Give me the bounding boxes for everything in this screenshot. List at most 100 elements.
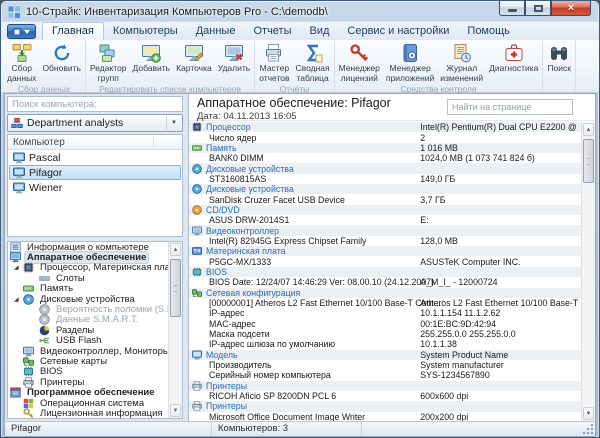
tree-item[interactable]: Информация о компьютере <box>8 242 168 252</box>
title-bar[interactable]: 10-Страйк: Инвентаризация Компьютеров Pr… <box>1 1 599 21</box>
property-row[interactable]: RICOH Aficio SP 8200DN PCL 6600x600 dpi <box>189 391 581 401</box>
property-row[interactable]: Microsoft Office Document Image Writer20… <box>189 412 581 421</box>
collect-data-button[interactable]: Сбор данных <box>4 41 39 84</box>
refresh-button[interactable]: Обновить <box>39 41 84 74</box>
section-row[interactable]: Материнская плата <box>189 246 581 256</box>
property-row[interactable]: BIOS Date: 12/24/07 14:46:29 Ver: 08.00.… <box>189 277 581 287</box>
property-row[interactable]: Intel(R) 82945G Express Chipset Family12… <box>189 236 581 246</box>
resize-grip[interactable] <box>583 424 594 435</box>
change-log-button[interactable]: Журнал изменений <box>437 41 486 84</box>
tree-item[interactable]: Сетевые карты <box>8 356 168 366</box>
search-button[interactable]: Поиск <box>544 41 574 74</box>
tab-service-settings[interactable]: Сервис и настройки <box>338 23 458 40</box>
card-button[interactable]: Карточка <box>173 41 215 74</box>
scroll-thumb[interactable] <box>583 139 594 183</box>
section-row[interactable]: Дисковые устройства <box>189 163 581 173</box>
app-window: 10-Страйк: Инвентаризация Компьютеров Pr… <box>0 0 600 438</box>
property-row[interactable]: Маска подсети255.255.0.0 255.255.0.0 <box>189 329 581 339</box>
scroll-up-icon[interactable]: ▲ <box>583 123 594 136</box>
close-button[interactable]: × <box>551 1 591 16</box>
scroll-down-icon[interactable]: ▼ <box>583 407 594 420</box>
expand-icon[interactable]: ◢ <box>14 296 23 303</box>
property-row[interactable]: P5GC-MX/1333ASUSTeK Computer INC. <box>189 256 581 266</box>
report-wizard-button[interactable]: Мастер отчетов <box>256 41 292 84</box>
delete-button[interactable]: Удалить <box>215 41 253 74</box>
group-selector[interactable]: Department analysts ▼ <box>7 114 183 132</box>
section-row[interactable]: ПроцессорIntel(R) Pentium(R) Dual CPU E2… <box>189 122 581 132</box>
section-row[interactable]: Сетевая конфигурация <box>189 288 581 298</box>
minimize-button[interactable] <box>499 1 525 16</box>
tree-item[interactable]: Видеоконтроллер, Мониторы <box>8 346 168 356</box>
property-row[interactable]: BANK0 DIMM1024,0 MB (1 073 741 824 б) <box>189 153 581 163</box>
property-row[interactable]: Число ядер2 <box>189 132 581 142</box>
section-row[interactable]: CD/DVD <box>189 205 581 215</box>
diagnostics-button[interactable]: Диагностика <box>486 41 541 74</box>
content-scrollbar[interactable]: ▲ ▼ <box>581 122 595 421</box>
tree-item[interactable]: BIOS <box>8 367 168 377</box>
computer-search-input[interactable] <box>7 96 183 112</box>
tree-item[interactable]: ◢Процессор, Материнская плата <box>8 263 168 273</box>
section-row[interactable]: МодельSystem Product Name <box>189 350 581 360</box>
tree-scrollbar[interactable]: ▲ ▼ <box>168 242 182 418</box>
section-row[interactable]: Принтеры <box>189 381 581 391</box>
section-label: Сетевая конфигурация <box>206 288 300 298</box>
app-manager-button[interactable]: Менеджер приложений <box>383 41 437 84</box>
tab-view[interactable]: Вид <box>301 23 339 40</box>
computer-list-item[interactable]: Wiener <box>9 180 181 195</box>
property-row[interactable]: IP-адрес10.1.1.154 11.1.2.62 <box>189 308 581 318</box>
tree-item[interactable]: Слоты <box>8 273 168 283</box>
tree-item-label: USB Flash <box>54 335 103 346</box>
scroll-thumb[interactable] <box>170 259 181 317</box>
tree-item[interactable]: ◢Дисковые устройства <box>8 294 168 304</box>
property-label: Microsoft Office Document Image Writer <box>189 412 365 421</box>
tab-computers[interactable]: Компьютеры <box>104 23 187 40</box>
tab-help[interactable]: Помощь <box>458 23 519 40</box>
computer-list-header[interactable]: Компьютер <box>8 135 182 150</box>
property-row[interactable]: Серийный номер компьютераSYS-1234567890 <box>189 370 581 380</box>
group-editor-button[interactable]: Редактор групп <box>87 41 130 84</box>
scroll-up-icon[interactable]: ▲ <box>170 243 181 256</box>
property-row[interactable]: MAC-адрес00:1E:BC:9D:42:94 <box>189 319 581 329</box>
property-row[interactable]: [00000001] Atheros L2 Fast Ethernet 10/1… <box>189 298 581 308</box>
section-row[interactable]: Видеоконтроллер <box>189 225 581 235</box>
find-on-page-input[interactable] <box>447 99 573 115</box>
scroll-down-icon[interactable]: ▼ <box>170 404 181 417</box>
tree-item[interactable]: Принтеры <box>8 377 168 387</box>
expand-icon[interactable]: ◢ <box>14 264 23 271</box>
tree-item[interactable]: Память <box>8 284 168 294</box>
section-row[interactable]: BIOS <box>189 267 581 277</box>
tree-item[interactable]: USB Flash <box>8 336 168 346</box>
computer-list-item[interactable]: Pifagor <box>9 165 181 180</box>
add-computer-button[interactable]: Добавить <box>130 41 174 74</box>
tree-item[interactable]: Вероятность поломки (S.M.A.R.T.) <box>8 304 168 314</box>
tree-item[interactable]: Операционная система <box>8 398 168 408</box>
property-row[interactable]: ПроизводительSystem manufacturer <box>189 360 581 370</box>
tree-item[interactable]: Программное обеспечение <box>8 387 168 397</box>
tab-reports[interactable]: Отчеты <box>244 23 300 40</box>
section-label: Принтеры <box>206 381 247 391</box>
app-menu-button[interactable] <box>7 24 36 39</box>
section-row[interactable]: Память1 016 MB <box>189 143 581 153</box>
pivot-table-button[interactable]: Сводная таблица <box>293 41 333 84</box>
section-row[interactable]: Принтеры <box>189 401 581 411</box>
section-row[interactable]: Дисковые устройства <box>189 184 581 194</box>
computer-list-item[interactable]: Pascal <box>9 150 181 165</box>
property-value: A_M_I_ - 12000724 <box>420 277 579 287</box>
license-manager-button[interactable]: Менеджер лицензий <box>336 41 383 84</box>
tab-home[interactable]: Главная <box>42 22 104 40</box>
tree-item[interactable]: Данные S.M.A.R.T. <box>8 315 168 325</box>
tab-data[interactable]: Данные <box>187 23 245 40</box>
tree-item[interactable]: Аппаратное обеспечение <box>8 252 168 262</box>
property-row[interactable]: IP-адрес шлюза по умолчанию10.1.1.38 <box>189 339 581 349</box>
tree-item-label: Принтеры <box>38 377 86 388</box>
property-row[interactable]: ASUS DRW-2014S1E: <box>189 215 581 225</box>
tree-item[interactable]: Лицензионная информация <box>8 408 168 418</box>
property-row[interactable]: ST3160815AS149,0 ГБ <box>189 174 581 184</box>
chevron-down-icon[interactable]: ▼ <box>166 116 181 130</box>
status-computer: Pifagor <box>5 422 212 436</box>
property-row[interactable]: SanDisk Cruzer Facet USB Device3,7 ГБ <box>189 194 581 204</box>
tree-item[interactable]: Разделы <box>8 325 168 335</box>
change-log-icon <box>452 43 472 63</box>
section-label: Материнская плата <box>206 246 286 256</box>
maximize-button[interactable] <box>525 1 551 16</box>
